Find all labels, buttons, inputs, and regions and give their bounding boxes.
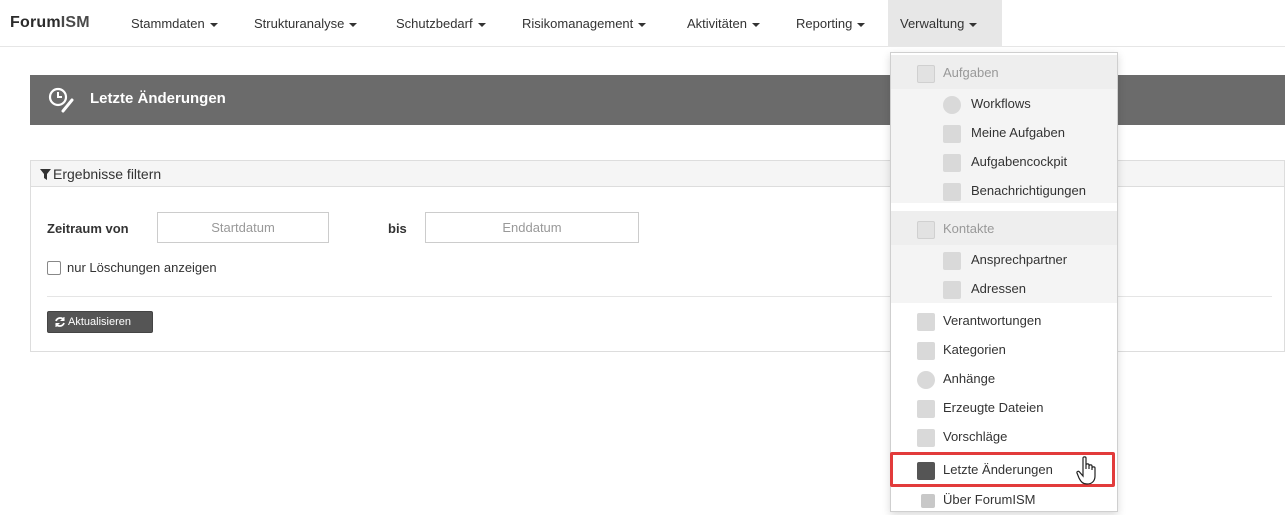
caret-down-icon bbox=[349, 22, 358, 27]
eye-icon bbox=[943, 96, 961, 114]
list-icon bbox=[917, 221, 935, 239]
caret-down-icon bbox=[969, 22, 978, 27]
user-icon bbox=[917, 313, 935, 331]
refresh-icon bbox=[55, 317, 65, 327]
nav-label: Aktivitäten bbox=[687, 16, 747, 31]
nav-aktivitaeten[interactable]: Aktivitäten bbox=[681, 0, 766, 47]
contacts-group: Kontakte Ansprechpartner Adressen bbox=[891, 211, 1117, 303]
nav-strukturanalyse[interactable]: Strukturanalyse bbox=[248, 0, 363, 47]
verwaltung-dropdown-menu: Aufgaben Workflows Meine Aufgaben Aufgab… bbox=[890, 52, 1118, 512]
only-deletions-checkbox[interactable] bbox=[47, 261, 61, 275]
caret-down-icon bbox=[857, 22, 866, 27]
hand-cursor-icon bbox=[1076, 456, 1096, 485]
clock-edit-icon bbox=[48, 87, 74, 113]
menu-item-label: Adressen bbox=[971, 281, 1026, 296]
folder-icon bbox=[917, 342, 935, 360]
nav-label: Risikomanagement bbox=[522, 16, 634, 31]
nav-label: Reporting bbox=[796, 16, 853, 31]
menu-item-adressen[interactable]: Adressen bbox=[891, 275, 1117, 304]
brand-logo[interactable]: ForumISM bbox=[10, 14, 90, 32]
menu-item-kategorien[interactable]: Kategorien bbox=[891, 336, 1117, 365]
list-icon bbox=[917, 429, 935, 447]
document-icon bbox=[943, 125, 961, 143]
tasks-group: Aufgaben Workflows Meine Aufgaben Aufgab… bbox=[891, 55, 1117, 203]
menu-item-label: Über ForumISM bbox=[943, 492, 1036, 507]
address-card-icon bbox=[943, 281, 961, 299]
nav-schutzbedarf[interactable]: Schutzbedarf bbox=[390, 0, 492, 47]
menu-group-label: Kontakte bbox=[943, 221, 995, 236]
nav-label: Strukturanalyse bbox=[254, 16, 345, 31]
menu-item-ueber-forumism[interactable]: Über ForumISM bbox=[891, 486, 1117, 515]
menu-item-label: Workflows bbox=[971, 96, 1031, 111]
end-date-input[interactable]: Enddatum bbox=[425, 212, 639, 243]
nav-reporting[interactable]: Reporting bbox=[790, 0, 871, 47]
document-icon bbox=[943, 154, 961, 172]
start-date-input[interactable]: Startdatum bbox=[157, 212, 329, 243]
nav-verwaltung[interactable]: Verwaltung bbox=[888, 0, 1002, 47]
range-to-label: bis bbox=[388, 221, 407, 236]
menu-group-contacts: Kontakte bbox=[891, 215, 1117, 244]
only-deletions-label[interactable]: nur Löschungen anzeigen bbox=[67, 260, 217, 275]
top-navbar: ForumISM Stammdaten Strukturanalyse Schu… bbox=[0, 0, 1285, 47]
filter-heading: Ergebnisse filtern bbox=[53, 166, 162, 182]
caret-down-icon bbox=[751, 22, 760, 27]
menu-item-benachrichtigungen[interactable]: Benachrichtigungen bbox=[891, 177, 1117, 206]
menu-item-erzeugte-dateien[interactable]: Erzeugte Dateien bbox=[891, 394, 1117, 423]
menu-item-aufgabencockpit[interactable]: Aufgabencockpit bbox=[891, 148, 1117, 177]
page-title: Letzte Änderungen bbox=[90, 90, 226, 107]
info-cube-icon bbox=[921, 494, 935, 508]
list-icon bbox=[917, 65, 935, 83]
menu-item-label: Meine Aufgaben bbox=[971, 125, 1065, 140]
nav-risikomanagement[interactable]: Risikomanagement bbox=[516, 0, 652, 47]
menu-item-label: Verantwortungen bbox=[943, 313, 1042, 328]
menu-group-label: Aufgaben bbox=[943, 65, 999, 80]
document-icon bbox=[943, 183, 961, 201]
menu-item-label: Kategorien bbox=[943, 342, 1006, 357]
pdf-icon bbox=[917, 400, 935, 418]
caret-down-icon bbox=[638, 22, 647, 27]
caret-down-icon bbox=[477, 22, 486, 27]
nav-label: Schutzbedarf bbox=[396, 16, 473, 31]
menu-item-vorschlaege[interactable]: Vorschläge bbox=[891, 423, 1117, 452]
phone-icon bbox=[943, 252, 961, 270]
caret-down-icon bbox=[209, 22, 218, 27]
nav-label: Stammdaten bbox=[131, 16, 205, 31]
nav-label: Verwaltung bbox=[900, 16, 965, 31]
menu-item-anhaenge[interactable]: Anhänge bbox=[891, 365, 1117, 394]
menu-item-label: Anhänge bbox=[943, 371, 996, 386]
range-from-label: Zeitraum von bbox=[47, 221, 129, 236]
menu-item-meine-aufgaben[interactable]: Meine Aufgaben bbox=[891, 119, 1117, 148]
nav-stammdaten[interactable]: Stammdaten bbox=[125, 0, 224, 47]
menu-item-label: Vorschläge bbox=[943, 429, 1008, 444]
menu-item-ansprechpartner[interactable]: Ansprechpartner bbox=[891, 246, 1117, 275]
paperclip-icon bbox=[917, 371, 935, 389]
refresh-button[interactable]: Aktualisieren bbox=[47, 311, 153, 333]
menu-item-workflows[interactable]: Workflows bbox=[891, 90, 1117, 119]
menu-item-label: Erzeugte Dateien bbox=[943, 400, 1044, 415]
refresh-label: Aktualisieren bbox=[68, 316, 131, 328]
menu-group-tasks: Aufgaben bbox=[891, 59, 1117, 88]
filter-icon bbox=[40, 169, 51, 180]
menu-item-verantwortungen[interactable]: Verantwortungen bbox=[891, 307, 1117, 336]
menu-item-label: Ansprechpartner bbox=[971, 252, 1068, 267]
menu-item-label: Aufgabencockpit bbox=[971, 154, 1068, 169]
menu-item-label: Benachrichtigungen bbox=[971, 183, 1086, 198]
